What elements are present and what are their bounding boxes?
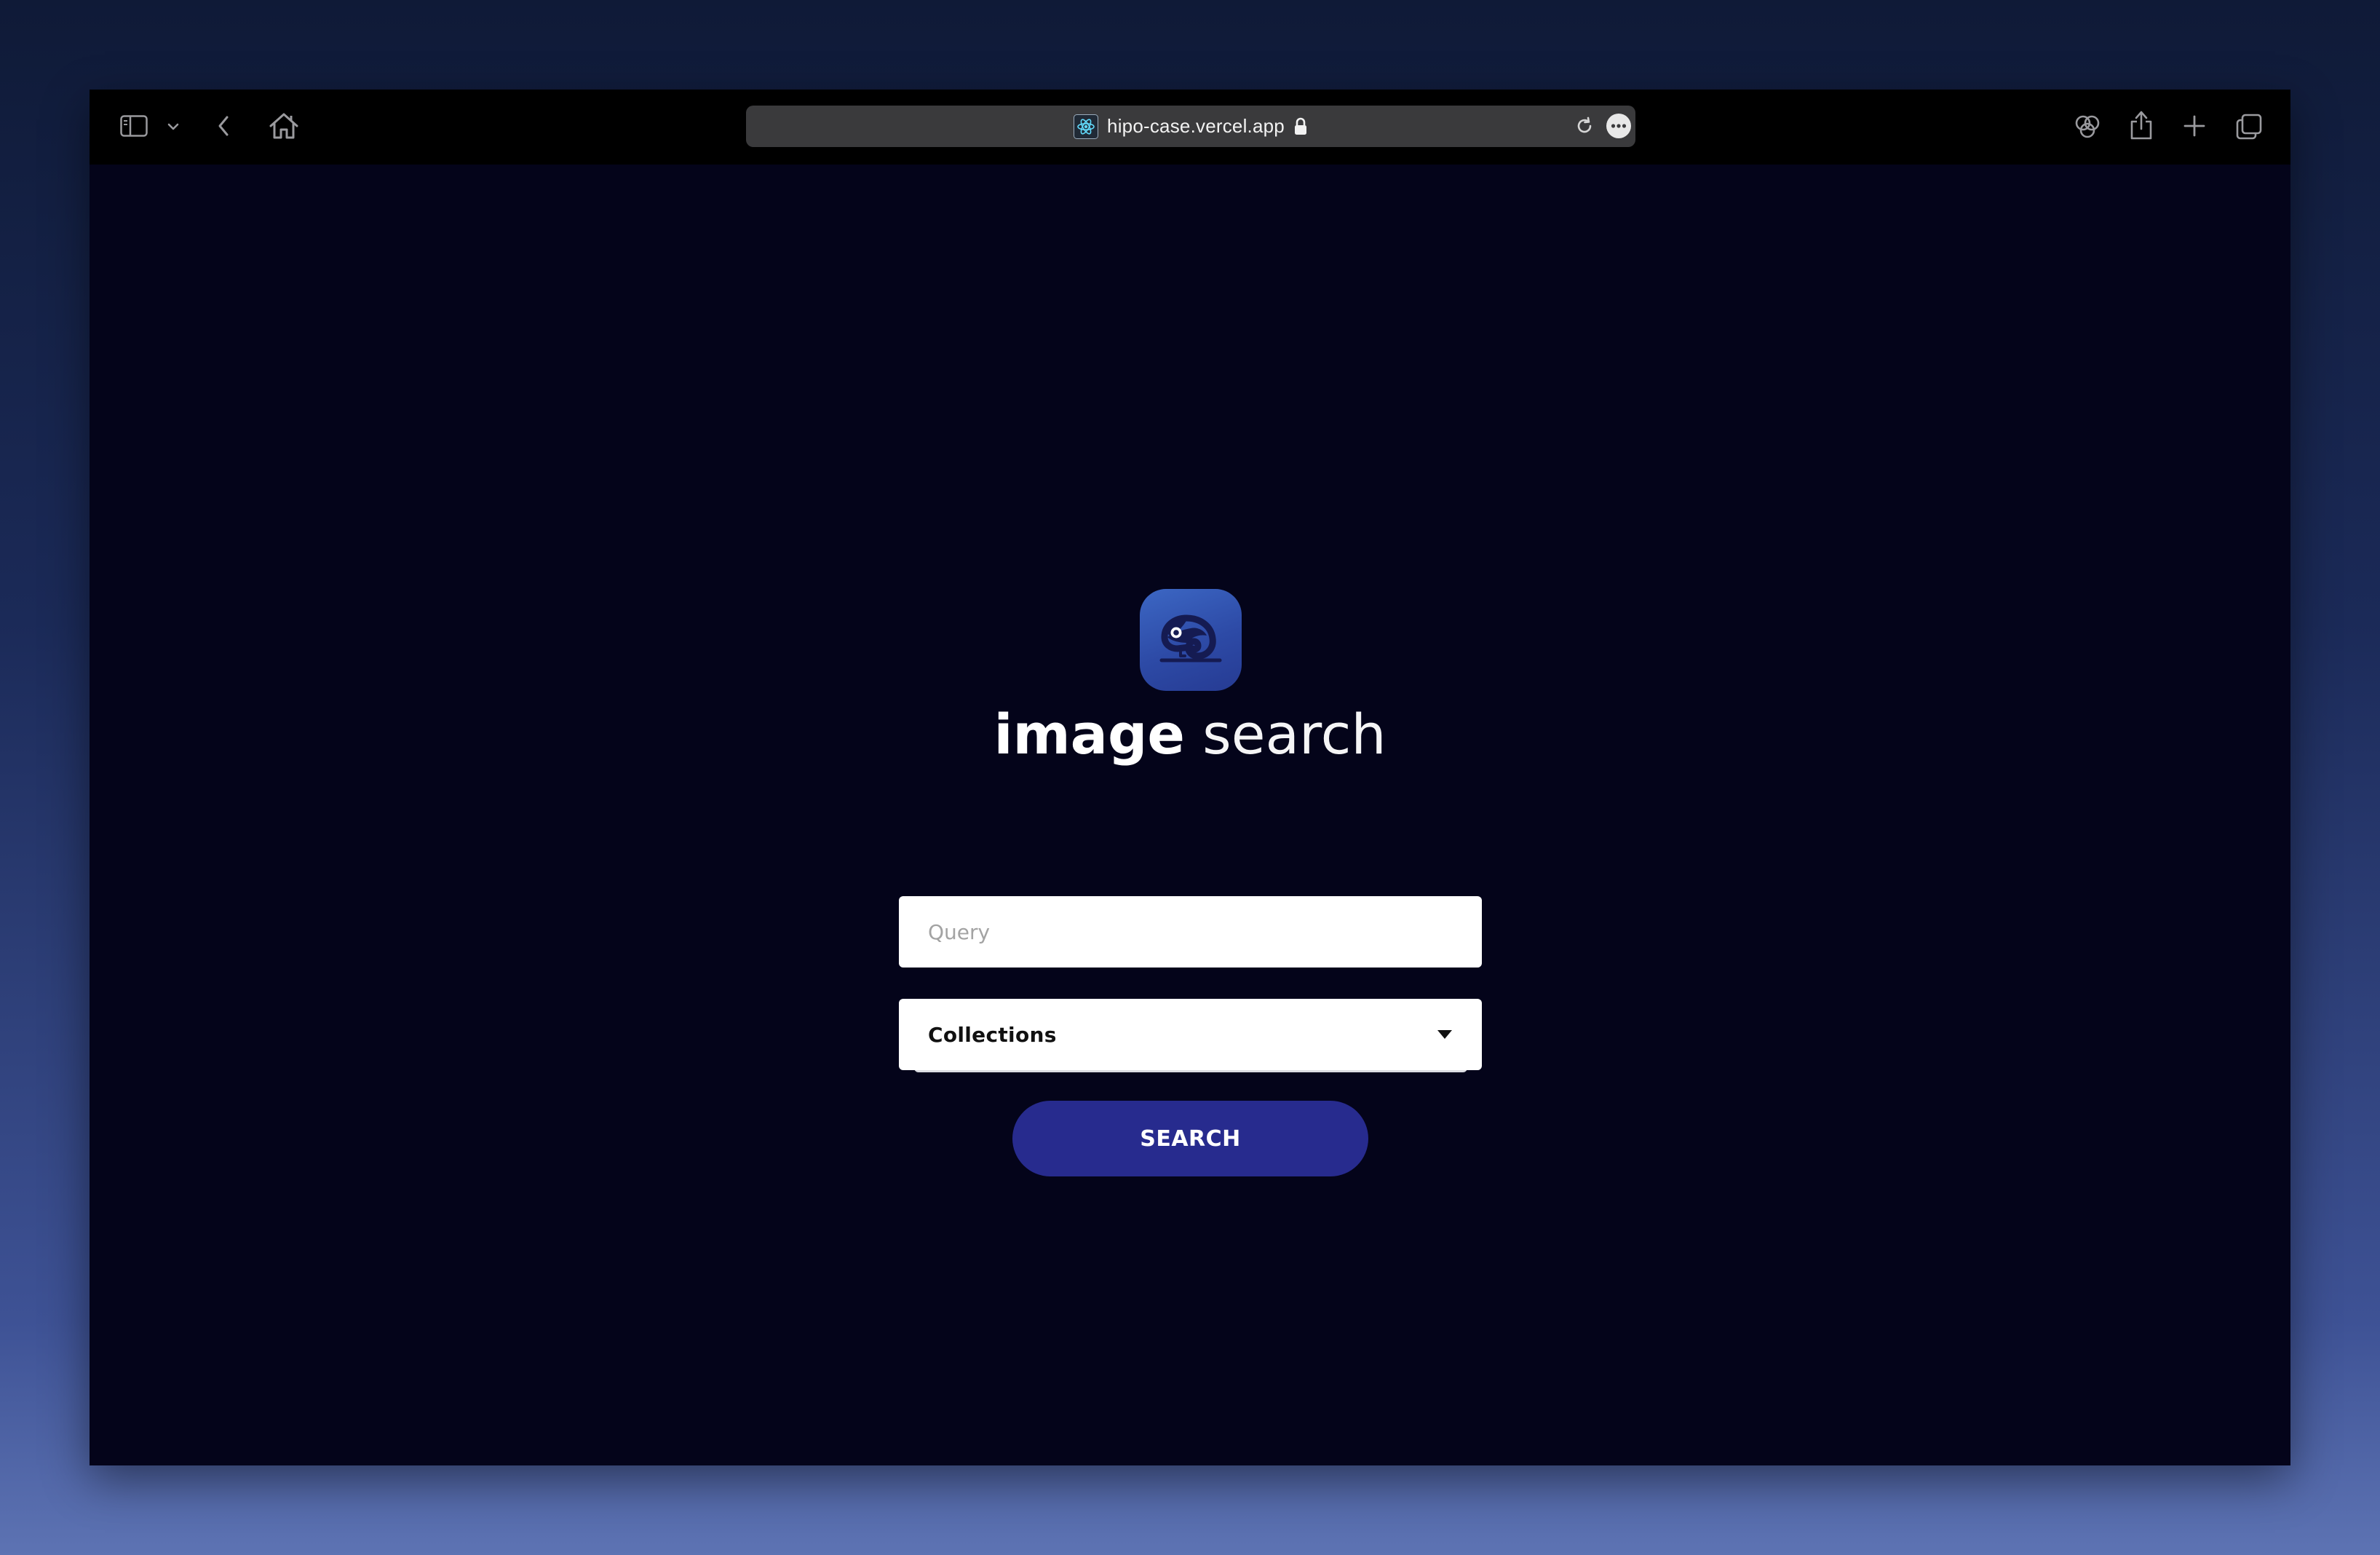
- lock-icon: [1293, 117, 1308, 136]
- reload-icon[interactable]: [1573, 114, 1596, 138]
- collections-select[interactable]: Collections: [899, 999, 1482, 1070]
- page-content: image search Collections SEARCH: [90, 165, 2290, 1465]
- react-favicon-icon: [1074, 114, 1099, 139]
- app-title-light: search: [1202, 702, 1387, 767]
- app-title: image search: [90, 702, 2290, 767]
- url-text[interactable]: hipo-case.vercel.app: [1107, 115, 1285, 138]
- query-input[interactable]: [899, 896, 1482, 968]
- browser-window: hipo-case.vercel.app image search Query …: [90, 90, 2290, 1465]
- collections-selected-value: Collections: [928, 1022, 1057, 1047]
- sidebar-icon[interactable]: [117, 111, 151, 141]
- tabs-overview-icon[interactable]: [2232, 110, 2266, 143]
- caret-down-icon: [1437, 1029, 1453, 1040]
- more-icon[interactable]: [1605, 112, 1633, 140]
- share-icon[interactable]: [2125, 107, 2158, 143]
- back-icon[interactable]: [209, 111, 238, 141]
- search-button[interactable]: SEARCH: [1012, 1101, 1368, 1176]
- address-bar[interactable]: hipo-case.vercel.app: [746, 106, 1635, 147]
- chameleon-icon: [1159, 611, 1223, 669]
- home-icon[interactable]: [266, 110, 302, 142]
- extensions-icon[interactable]: [2071, 110, 2104, 143]
- app-title-bold: image: [993, 702, 1185, 767]
- app-logo: [1140, 589, 1242, 691]
- browser-toolbar: hipo-case.vercel.app: [90, 90, 2290, 165]
- plus-icon[interactable]: [2178, 110, 2210, 142]
- chevron-down-icon[interactable]: [164, 117, 183, 136]
